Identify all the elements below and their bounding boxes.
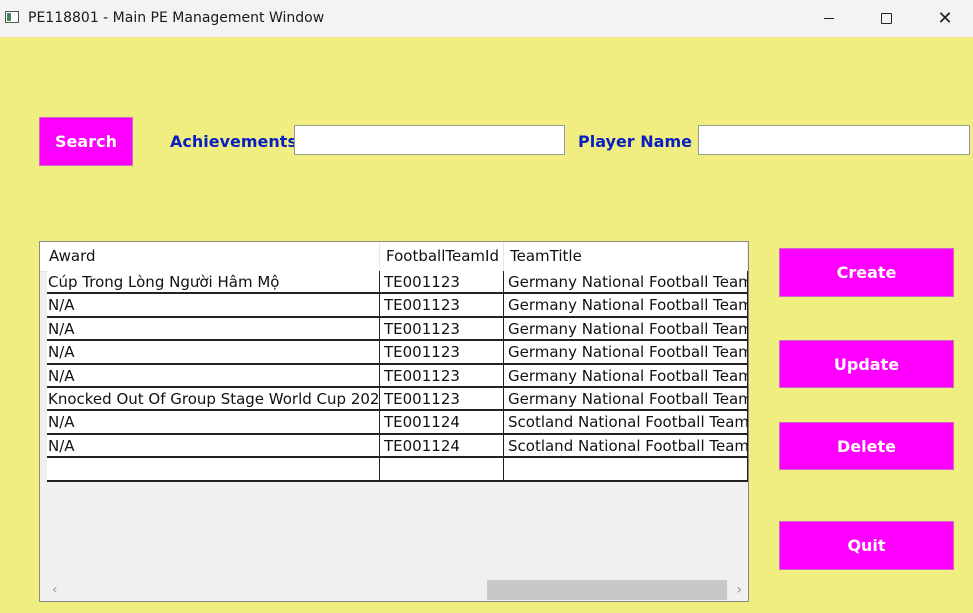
scroll-right-icon[interactable]: › (736, 582, 742, 598)
achievements-input[interactable] (294, 125, 565, 155)
table-row[interactable]: N/A TE001124 Scotland National Football Te… (47, 434, 748, 459)
football-team-id-cell[interactable]: TE001123 (380, 317, 504, 342)
title-bar: PE118801 - Main PE Management Window ✕ (0, 0, 973, 37)
table-row[interactable]: Knocked Out Of Group Stage World Cup 202… (47, 387, 748, 412)
delete-button[interactable]: Delete (779, 422, 954, 470)
football-team-id-cell[interactable]: TE001123 (380, 341, 504, 365)
scrollbar-thumb[interactable] (487, 580, 727, 600)
award-cell[interactable]: N/A (47, 434, 380, 459)
update-button[interactable]: Update (779, 340, 954, 388)
column-header-football-team-id[interactable]: FootballTeamId (382, 242, 504, 271)
award-cell[interactable]: Cúp Trong Lòng Người Hâm Mộ (47, 271, 380, 295)
window-title: PE118801 - Main PE Management Window (28, 10, 325, 26)
award-cell[interactable]: N/A (47, 317, 380, 342)
team-title-cell[interactable]: Germany National Football Team (504, 294, 748, 318)
football-team-id-cell[interactable]: TE001123 (380, 294, 504, 318)
maximize-button[interactable] (863, 0, 909, 37)
scroll-left-icon[interactable]: ‹ (52, 582, 58, 598)
award-cell[interactable]: N/A (47, 294, 380, 318)
maximize-icon (880, 13, 892, 24)
award-cell[interactable]: N/A (47, 364, 380, 388)
search-button[interactable]: Search (39, 117, 133, 166)
table-row[interactable]: Cúp Trong Lòng Người Hâm Mộ TE001123 Germa… (47, 271, 748, 295)
horizontal-scrollbar[interactable]: ‹ › (40, 579, 748, 601)
award-cell[interactable]: Knocked Out Of Group Stage World Cup 202… (47, 387, 380, 412)
team-title-cell[interactable]: Germany National Football Team (504, 341, 748, 365)
team-title-cell[interactable]: Germany National Football Team (504, 271, 748, 295)
player-name-label: Player Name (578, 132, 692, 151)
award-cell[interactable]: N/A (47, 411, 380, 435)
football-team-id-cell[interactable]: TE001123 (380, 271, 504, 295)
team-title-cell[interactable]: Scotland National Football Team (504, 411, 748, 435)
table-row[interactable] (47, 458, 748, 482)
column-header-award[interactable]: Award (45, 242, 380, 271)
close-icon: ✕ (937, 8, 953, 29)
grid-rows: Cúp Trong Lòng Người Hâm Mộ TE001123 Germa… (47, 271, 748, 482)
create-button[interactable]: Create (779, 248, 954, 297)
grid-header: Award FootballTeamId TeamTitle (40, 242, 748, 272)
award-cell[interactable]: N/A (47, 341, 380, 365)
data-grid[interactable]: Award FootballTeamId TeamTitle Cúp Trong… (39, 241, 749, 602)
player-name-input[interactable] (698, 125, 970, 155)
minimize-button[interactable] (806, 0, 852, 37)
team-title-cell[interactable]: Germany National Football Team (504, 317, 748, 342)
table-row[interactable]: N/A TE001123 Germany National Football Tea… (47, 317, 748, 342)
team-title-cell[interactable]: Germany National Football Team (504, 364, 748, 388)
minimize-icon (824, 18, 834, 19)
football-team-id-cell[interactable]: TE001123 (380, 387, 504, 412)
team-title-cell[interactable]: Germany National Football Team (504, 387, 748, 412)
football-team-id-cell[interactable]: TE001124 (380, 411, 504, 435)
column-header-team-title[interactable]: TeamTitle (506, 242, 748, 271)
table-row[interactable]: N/A TE001123 Germany National Football Tea… (47, 294, 748, 318)
team-title-cell[interactable] (504, 458, 748, 482)
table-row[interactable]: N/A TE001124 Scotland National Football Te… (47, 411, 748, 435)
app-icon (5, 11, 19, 23)
quit-button[interactable]: Quit (779, 521, 954, 570)
team-title-cell[interactable]: Scotland National Football Team (504, 434, 748, 459)
table-row[interactable]: N/A TE001123 Germany National Football Tea… (47, 364, 748, 388)
table-row[interactable]: N/A TE001123 Germany National Football Tea… (47, 341, 748, 365)
award-cell[interactable] (47, 458, 380, 482)
football-team-id-cell[interactable]: TE001124 (380, 434, 504, 459)
close-button[interactable]: ✕ (922, 0, 968, 37)
football-team-id-cell[interactable] (380, 458, 504, 482)
achievements-label: Achievements (170, 132, 297, 151)
football-team-id-cell[interactable]: TE001123 (380, 364, 504, 388)
